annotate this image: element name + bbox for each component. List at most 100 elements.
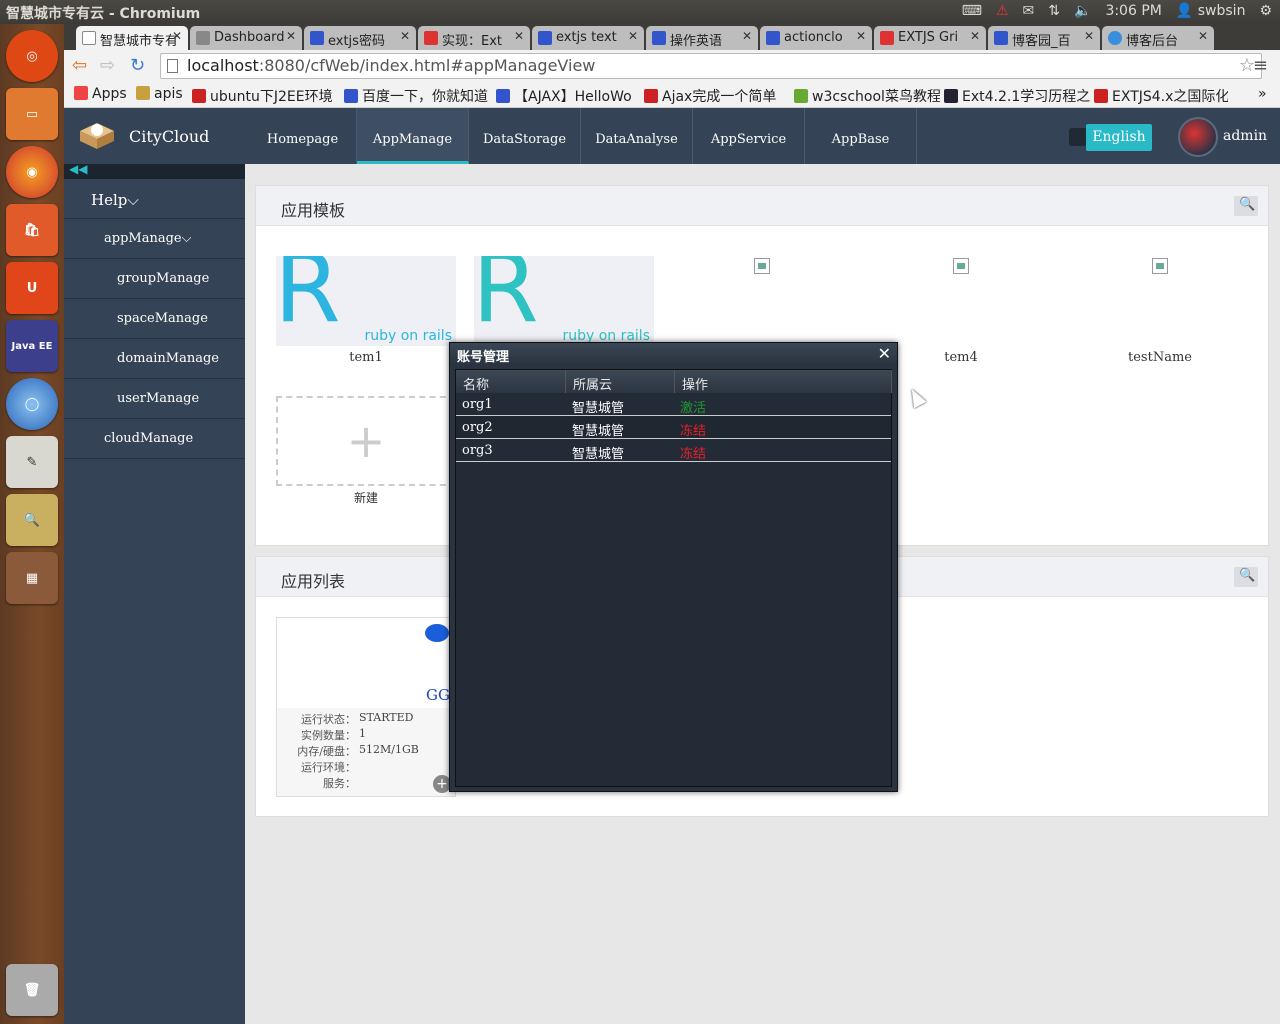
bookmark-item[interactable]: 百度一下，你就知道 bbox=[344, 86, 494, 106]
column-header-action[interactable]: 操作 bbox=[675, 370, 892, 393]
browser-tab[interactable]: Dashboard ✕ bbox=[190, 26, 302, 50]
template-card[interactable] bbox=[672, 256, 852, 278]
tab-label: extjs密码 bbox=[328, 34, 385, 49]
close-icon[interactable]: ✕ bbox=[970, 29, 980, 43]
clock[interactable]: 3:06 PM bbox=[1105, 3, 1161, 19]
nav-datastorage[interactable]: DataStorage bbox=[469, 108, 581, 164]
back-icon[interactable]: ⇦ bbox=[72, 55, 87, 76]
new-template-button[interactable]: + bbox=[276, 396, 456, 486]
software-center-icon[interactable]: 🛍 bbox=[6, 204, 58, 256]
close-icon[interactable]: ✕ bbox=[286, 29, 296, 43]
ubuntu-dash-icon[interactable]: ◎ bbox=[6, 30, 58, 82]
close-icon[interactable]: ✕ bbox=[400, 29, 410, 43]
browser-tab[interactable]: 博客园_百 ✕ bbox=[988, 26, 1100, 50]
sidebar-item-help[interactable]: Help⌵ bbox=[64, 179, 245, 219]
bookmark-apps[interactable]: Apps bbox=[74, 86, 136, 102]
close-icon[interactable]: ✕ bbox=[878, 344, 891, 363]
bookmark-item[interactable]: 【AJAX】HelloWo bbox=[496, 86, 636, 106]
ubuntu-one-icon[interactable]: U bbox=[6, 262, 58, 314]
nav-appservice[interactable]: AppService bbox=[693, 108, 805, 164]
reload-icon[interactable]: ↻ bbox=[130, 55, 145, 76]
sidebar-item-appmanage[interactable]: appManage⌵ bbox=[64, 219, 245, 259]
close-icon[interactable]: ✕ bbox=[1084, 29, 1094, 43]
browser-tab[interactable]: 智慧城市专有 ✕ bbox=[76, 26, 188, 50]
template-card[interactable]: R ruby on rails bbox=[474, 256, 654, 350]
sidebar-item-usermanage[interactable]: userManage bbox=[64, 379, 245, 419]
table-row[interactable]: org3 智慧城管 冻结 bbox=[456, 439, 891, 462]
bookmark-item[interactable]: ubuntu下J2EE环境 bbox=[192, 86, 334, 106]
dialog-header[interactable]: 账号管理 ✕ bbox=[450, 343, 897, 365]
forward-icon[interactable]: ⇨ bbox=[100, 55, 115, 76]
bookmark-item[interactable]: EXTJS4.x之国际化 bbox=[1094, 86, 1228, 106]
url-path: :8080/cfWeb/index.html#appManageView bbox=[258, 56, 596, 75]
close-icon[interactable]: ✕ bbox=[628, 29, 638, 43]
template-card[interactable]: tem4 bbox=[871, 256, 1051, 365]
sidebar-item-cloudmanage[interactable]: cloudManage bbox=[64, 419, 245, 459]
text-editor-icon[interactable]: ✎ bbox=[6, 436, 58, 488]
close-icon[interactable]: ✕ bbox=[742, 29, 752, 43]
browser-tab[interactable]: 博客后台 ✕ bbox=[1102, 26, 1214, 50]
bookmark-apis[interactable]: apis bbox=[136, 86, 192, 102]
sidebar-item-domainmanage[interactable]: domainManage bbox=[64, 339, 245, 379]
browser-tab[interactable]: 操作英语 ✕ bbox=[646, 26, 758, 50]
bookmark-item[interactable]: Ajax完成一个简单 bbox=[644, 86, 790, 106]
browser-tab[interactable]: extjs密码 ✕ bbox=[304, 26, 416, 50]
sidebar-item-spacemanage[interactable]: spaceManage bbox=[64, 299, 245, 339]
gear-icon[interactable]: ⚙ bbox=[1259, 3, 1272, 19]
app-name[interactable]: GG bbox=[426, 686, 450, 704]
activate-link[interactable]: 激活 bbox=[680, 397, 706, 416]
baidu-paw-icon bbox=[310, 31, 324, 45]
search-button[interactable]: 🔍 bbox=[1234, 567, 1258, 587]
table-row[interactable]: org2 智慧城管 冻结 bbox=[456, 416, 891, 439]
app-card[interactable]: GG 运行状态： STARTED 实例数量： 1 内存/硬盘： 512M/1GB 运行… bbox=[276, 617, 456, 797]
network-icon[interactable]: ⇅ bbox=[1048, 3, 1060, 19]
bookmark-item[interactable]: Ext4.2.1学习历程之 bbox=[944, 86, 1090, 106]
language-toggle[interactable] bbox=[1069, 128, 1087, 146]
java-ee-ide-icon[interactable]: Java EE bbox=[6, 320, 58, 372]
chromium-icon[interactable]: ◯ bbox=[6, 378, 58, 430]
close-icon[interactable]: ✕ bbox=[856, 29, 866, 43]
browser-tab[interactable]: 实现：Ext ✕ bbox=[418, 26, 530, 50]
column-header-name[interactable]: 名称 bbox=[456, 370, 566, 393]
table-row[interactable]: org1 智慧城管 激活 bbox=[456, 393, 891, 416]
image-viewer-icon[interactable]: 🔍 bbox=[6, 494, 58, 546]
more-bookmarks-icon[interactable]: » bbox=[1258, 86, 1267, 102]
firefox-icon[interactable]: ◉ bbox=[6, 146, 58, 198]
column-header-cloud[interactable]: 所属云 bbox=[566, 370, 675, 393]
nav-homepage[interactable]: Homepage bbox=[249, 108, 357, 164]
trash-icon[interactable]: 🗑 bbox=[6, 964, 58, 1016]
avatar[interactable] bbox=[1178, 117, 1218, 157]
bookmark-item[interactable]: w3cschool菜鸟教程 bbox=[794, 86, 940, 106]
broken-image-icon bbox=[754, 258, 770, 274]
template-card[interactable]: testName bbox=[1070, 256, 1250, 365]
browser-tab[interactable]: EXTJS Gri ✕ bbox=[874, 26, 986, 50]
menu-icon[interactable]: ≡ bbox=[1253, 55, 1268, 76]
freeze-link[interactable]: 冻结 bbox=[680, 443, 706, 462]
nav-dataanalyse[interactable]: DataAnalyse bbox=[581, 108, 693, 164]
browser-tab[interactable]: extjs text ✕ bbox=[532, 26, 644, 50]
mail-icon[interactable]: ✉ bbox=[1023, 3, 1035, 19]
sidebar-collapse-bar[interactable]: ◀◀ bbox=[64, 162, 245, 179]
warning-icon[interactable]: ⚠ bbox=[996, 3, 1009, 19]
files-icon[interactable]: ▭ bbox=[6, 88, 58, 140]
volume-icon[interactable]: 🔈 bbox=[1074, 3, 1091, 19]
template-card[interactable]: R ruby on rails tem1 bbox=[276, 256, 456, 365]
language-button[interactable]: English bbox=[1086, 124, 1152, 151]
collapse-left-icon[interactable]: ◀◀ bbox=[69, 162, 87, 176]
nav-appbase[interactable]: AppBase bbox=[805, 108, 917, 164]
close-icon[interactable]: ✕ bbox=[514, 29, 524, 43]
keyboard-icon[interactable]: ⌨ bbox=[962, 3, 982, 19]
workspace-switcher-icon[interactable]: ▦ bbox=[6, 552, 58, 604]
close-icon[interactable]: ✕ bbox=[172, 29, 182, 43]
dialog-title: 账号管理 bbox=[457, 350, 510, 365]
search-button[interactable]: 🔍 bbox=[1234, 196, 1258, 216]
nav-appmanage[interactable]: AppManage bbox=[357, 108, 469, 164]
org-name: org2 bbox=[462, 420, 493, 435]
freeze-link[interactable]: 冻结 bbox=[680, 420, 706, 439]
user-menu[interactable]: 👤 swbsin bbox=[1176, 3, 1246, 19]
address-bar[interactable]: localhost:8080/cfWeb/index.html#appManag… bbox=[160, 53, 1262, 79]
user-name[interactable]: admin bbox=[1223, 128, 1267, 144]
browser-tab[interactable]: actionclo ✕ bbox=[760, 26, 872, 50]
close-icon[interactable]: ✕ bbox=[1198, 29, 1208, 43]
sidebar-item-groupmanage[interactable]: groupManage bbox=[64, 259, 245, 299]
